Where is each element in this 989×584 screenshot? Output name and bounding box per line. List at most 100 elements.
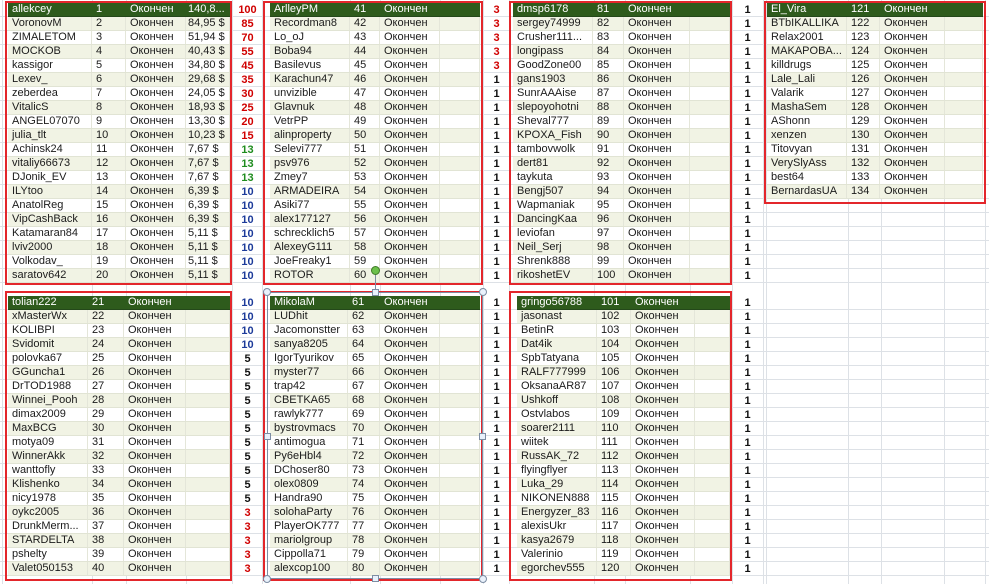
points-column[interactable]: 11111111111111111111 bbox=[484, 296, 509, 576]
points-cell[interactable]: 1 bbox=[733, 478, 762, 492]
points-cell[interactable]: 3 bbox=[233, 562, 262, 576]
points-cell[interactable]: 1 bbox=[484, 534, 509, 548]
points-cell[interactable]: 1 bbox=[484, 366, 509, 380]
points-cell[interactable]: 1 bbox=[733, 241, 762, 255]
points-cell[interactable]: 1 bbox=[733, 3, 762, 17]
points-cell[interactable]: 1 bbox=[733, 17, 762, 31]
points-cell[interactable]: 1 bbox=[733, 520, 762, 534]
points-cell[interactable]: 1 bbox=[484, 324, 509, 338]
points-column[interactable]: 11111111111111111111 bbox=[733, 3, 762, 283]
points-cell[interactable]: 1 bbox=[733, 213, 762, 227]
points-cell[interactable]: 13 bbox=[233, 143, 262, 157]
points-cell[interactable]: 1 bbox=[733, 408, 762, 422]
points-cell[interactable]: 1 bbox=[484, 269, 509, 283]
points-cell[interactable]: 20 bbox=[233, 115, 262, 129]
points-cell[interactable]: 5 bbox=[233, 422, 262, 436]
points-cell[interactable]: 25 bbox=[233, 101, 262, 115]
points-cell[interactable]: 1 bbox=[733, 157, 762, 171]
points-cell[interactable]: 1 bbox=[733, 338, 762, 352]
points-cell[interactable]: 1 bbox=[733, 562, 762, 576]
points-cell[interactable]: 10 bbox=[233, 324, 262, 338]
points-cell[interactable]: 1 bbox=[733, 45, 762, 59]
resize-handle-top-left[interactable] bbox=[263, 288, 271, 296]
points-cell[interactable]: 1 bbox=[484, 129, 509, 143]
points-cell[interactable]: 1 bbox=[484, 115, 509, 129]
points-cell[interactable]: 3 bbox=[233, 506, 262, 520]
points-cell[interactable]: 1 bbox=[733, 506, 762, 520]
points-cell[interactable]: 1 bbox=[733, 436, 762, 450]
resize-handle-top-right[interactable] bbox=[479, 288, 487, 296]
points-cell[interactable]: 5 bbox=[233, 408, 262, 422]
points-cell[interactable]: 1 bbox=[733, 534, 762, 548]
points-cell[interactable]: 1 bbox=[733, 352, 762, 366]
points-column[interactable]: 100 85 70 55 45 35 30 25 20 15 13 13 13 10 10 10 10 10 10 1… bbox=[233, 3, 262, 283]
points-cell[interactable]: 3 bbox=[484, 45, 509, 59]
points-cell[interactable]: 5 bbox=[233, 464, 262, 478]
points-cell[interactable]: 3 bbox=[233, 534, 262, 548]
points-cell[interactable]: 1 bbox=[484, 73, 509, 87]
points-cell[interactable]: 1 bbox=[484, 506, 509, 520]
points-cell[interactable]: 1 bbox=[733, 199, 762, 213]
points-cell[interactable]: 1 bbox=[733, 450, 762, 464]
points-cell[interactable]: 1 bbox=[484, 296, 509, 310]
points-cell[interactable]: 1 bbox=[484, 450, 509, 464]
points-cell[interactable]: 1 bbox=[733, 394, 762, 408]
points-cell[interactable]: 5 bbox=[233, 366, 262, 380]
points-cell[interactable]: 1 bbox=[484, 492, 509, 506]
points-cell[interactable]: 1 bbox=[484, 520, 509, 534]
points-cell[interactable]: 1 bbox=[733, 366, 762, 380]
points-cell[interactable]: 10 bbox=[233, 185, 262, 199]
points-cell[interactable]: 1 bbox=[733, 380, 762, 394]
points-cell[interactable]: 1 bbox=[484, 478, 509, 492]
points-cell[interactable]: 10 bbox=[233, 255, 262, 269]
points-cell[interactable]: 10 bbox=[233, 269, 262, 283]
points-cell[interactable]: 3 bbox=[484, 31, 509, 45]
points-cell[interactable]: 1 bbox=[733, 171, 762, 185]
points-cell[interactable]: 1 bbox=[484, 185, 509, 199]
points-cell[interactable]: 1 bbox=[733, 101, 762, 115]
points-cell[interactable]: 1 bbox=[733, 296, 762, 310]
points-cell[interactable]: 1 bbox=[484, 394, 509, 408]
points-cell[interactable]: 1 bbox=[733, 269, 762, 283]
points-column[interactable]: 33333111111111111111 bbox=[484, 3, 509, 283]
points-cell[interactable]: 30 bbox=[233, 87, 262, 101]
points-cell[interactable]: 5 bbox=[233, 380, 262, 394]
points-cell[interactable]: 5 bbox=[233, 492, 262, 506]
points-cell[interactable]: 3 bbox=[484, 3, 509, 17]
points-cell[interactable]: 10 bbox=[233, 296, 262, 310]
resize-handle-bottom-left[interactable] bbox=[263, 575, 271, 583]
points-cell[interactable]: 1 bbox=[484, 352, 509, 366]
points-cell[interactable]: 1 bbox=[484, 422, 509, 436]
points-column[interactable]: 11111111111111111111 bbox=[733, 296, 762, 576]
points-cell[interactable]: 1 bbox=[484, 548, 509, 562]
points-cell[interactable]: 5 bbox=[233, 352, 262, 366]
points-cell[interactable]: 3 bbox=[484, 17, 509, 31]
points-cell[interactable]: 5 bbox=[233, 478, 262, 492]
spreadsheet-sheet[interactable]: allekcey 1 Окончен 140,8... VoronovM 2 Окончен… bbox=[0, 0, 989, 584]
points-cell[interactable]: 1 bbox=[733, 310, 762, 324]
points-cell[interactable]: 1 bbox=[733, 73, 762, 87]
points-cell[interactable]: 10 bbox=[233, 213, 262, 227]
points-cell[interactable]: 1 bbox=[484, 87, 509, 101]
points-cell[interactable]: 1 bbox=[484, 199, 509, 213]
points-cell[interactable]: 1 bbox=[484, 241, 509, 255]
points-cell[interactable]: 1 bbox=[484, 310, 509, 324]
points-cell[interactable]: 1 bbox=[733, 87, 762, 101]
points-cell[interactable]: 1 bbox=[733, 227, 762, 241]
points-cell[interactable]: 1 bbox=[733, 324, 762, 338]
points-cell[interactable]: 1 bbox=[484, 255, 509, 269]
points-cell[interactable]: 1 bbox=[484, 338, 509, 352]
points-cell[interactable]: 35 bbox=[233, 73, 262, 87]
points-cell[interactable]: 1 bbox=[733, 548, 762, 562]
points-cell[interactable]: 1 bbox=[733, 129, 762, 143]
points-cell[interactable]: 100 bbox=[233, 3, 262, 17]
points-cell[interactable]: 1 bbox=[484, 171, 509, 185]
points-column[interactable]: 10 10 10 10 5 5 5 5 5 5 5 5 5 5 5 3 3 3 3 3 bbox=[233, 296, 262, 576]
points-cell[interactable]: 1 bbox=[733, 255, 762, 269]
points-cell[interactable]: 3 bbox=[233, 520, 262, 534]
points-cell[interactable]: 1 bbox=[484, 157, 509, 171]
points-cell[interactable]: 1 bbox=[484, 227, 509, 241]
points-cell[interactable]: 13 bbox=[233, 157, 262, 171]
points-cell[interactable]: 3 bbox=[233, 548, 262, 562]
points-cell[interactable]: 1 bbox=[733, 464, 762, 478]
